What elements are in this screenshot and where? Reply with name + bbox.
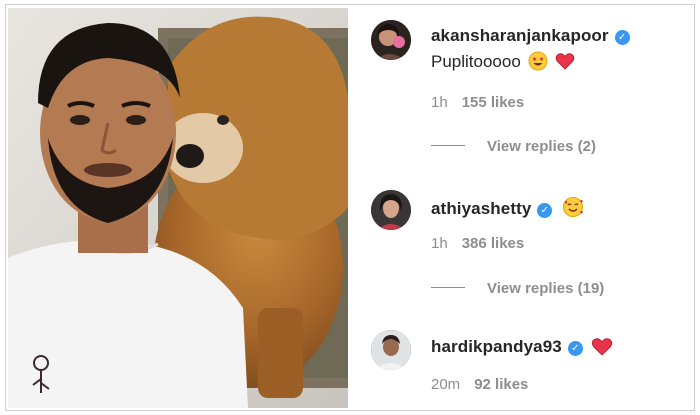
red-heart-emoji-icon [555, 51, 575, 76]
verified-badge-icon: ✓ [614, 30, 630, 45]
heart-eyes-emoji-icon [528, 51, 548, 76]
comment-time: 20m [431, 376, 461, 393]
red-heart-emoji-icon [591, 336, 613, 361]
post-photo [8, 8, 348, 408]
verified-badge-icon: ✓ [537, 203, 553, 218]
verified-badge-icon: ✓ [567, 341, 583, 356]
comment-likes[interactable]: 92 likes [474, 376, 528, 393]
view-replies-button[interactable]: View replies (19) [431, 280, 604, 297]
comment-body: Puplitooooo [431, 52, 521, 71]
comment-likes[interactable]: 386 likes [462, 235, 525, 252]
username-text[interactable]: athiyashetty [431, 199, 531, 218]
replies-divider [431, 287, 465, 288]
avatar[interactable] [371, 330, 411, 370]
view-replies-label[interactable]: View replies (19) [487, 280, 604, 297]
comment-meta: 1h 155 likes [431, 94, 524, 111]
comment-likes[interactable]: 155 likes [462, 94, 525, 111]
smiling-face-with-hearts-emoji-icon [562, 196, 584, 223]
username-text[interactable]: hardikpandya93 [431, 337, 562, 356]
comment-time: 1h [431, 94, 448, 111]
view-replies-button[interactable]: View replies (2) [431, 138, 596, 155]
replies-divider [431, 145, 465, 146]
avatar[interactable] [371, 20, 411, 60]
comment-username[interactable]: hardikpandya93 ✓ [431, 336, 613, 361]
avatar[interactable] [371, 190, 411, 230]
comment-username[interactable]: athiyashetty ✓ [431, 196, 584, 223]
comment-text: Puplitooooo [431, 51, 575, 76]
comments-panel: akansharanjankapoor ✓ Puplitooooo 1h 155 l… [365, 0, 695, 415]
comment-meta: 20m 92 likes [431, 376, 528, 393]
username-text[interactable]: akansharanjankapoor [431, 26, 609, 45]
comment-meta: 1h 386 likes [431, 235, 524, 252]
comment-time: 1h [431, 235, 448, 252]
comment-username[interactable]: akansharanjankapoor ✓ [431, 26, 630, 46]
view-replies-label[interactable]: View replies (2) [487, 138, 596, 155]
